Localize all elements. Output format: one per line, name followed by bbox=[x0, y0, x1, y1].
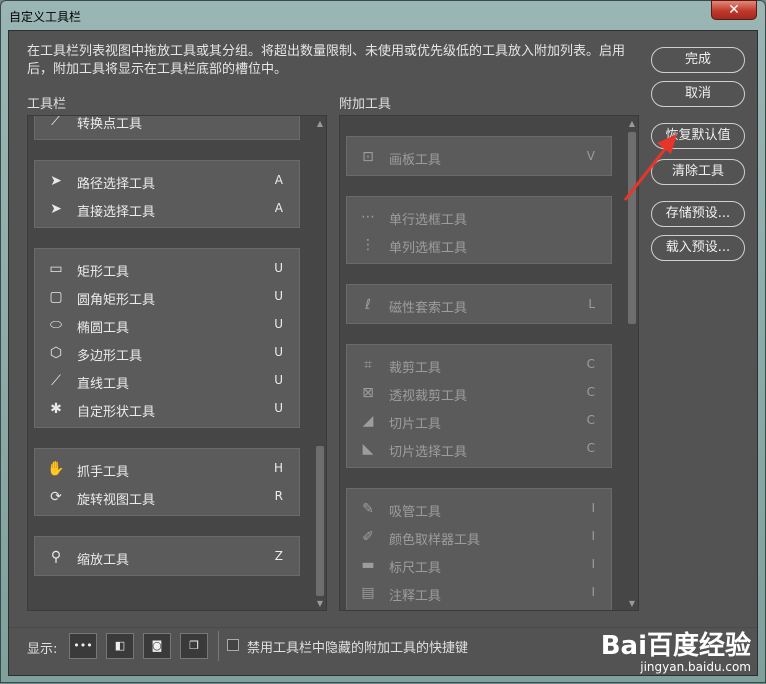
watermark-url: jingyan.baidu.com bbox=[640, 660, 751, 674]
watermark-brand: Bai百度经验 bbox=[600, 631, 751, 661]
baidu-watermark: Bai百度经验 jingyan.baidu.com bbox=[601, 632, 751, 674]
dialog-window: 自定义工具栏 ✕ 在工具栏列表视图中拖放工具或其分组。将超出数量限制、未使用或优… bbox=[0, 0, 766, 683]
red-arrow-annotation bbox=[623, 134, 677, 201]
